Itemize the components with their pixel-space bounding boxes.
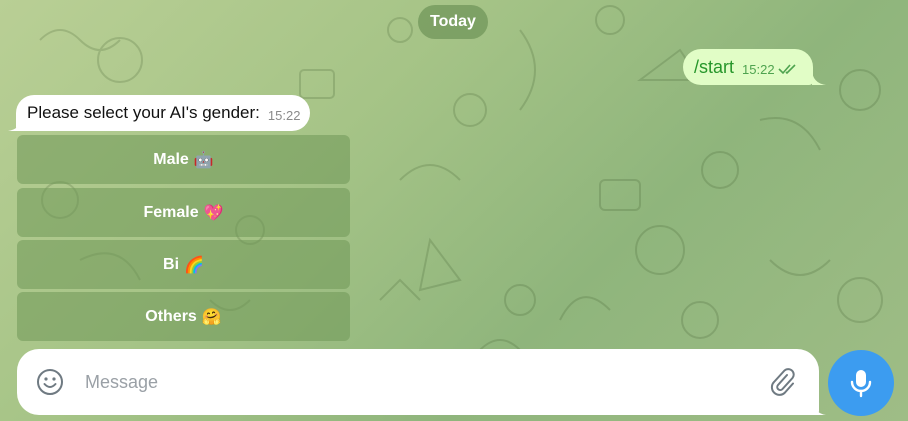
incoming-bubble-tail	[8, 114, 22, 131]
incoming-message-text: Please select your AI's gender:	[27, 103, 260, 122]
hug-emoji-icon: 🤗	[201, 308, 222, 326]
outgoing-message[interactable]: /start 15:22	[683, 49, 813, 85]
message-composer	[17, 349, 819, 415]
double-check-icon	[777, 64, 796, 75]
smile-icon[interactable]	[36, 368, 64, 396]
outgoing-message-time: 15:22	[742, 61, 775, 77]
keyboard-button-label: Bi	[163, 255, 180, 273]
microphone-button[interactable]	[828, 350, 894, 416]
keyboard-button-label: Male	[153, 150, 189, 168]
keyboard-button-bi[interactable]: Bi 🌈	[17, 240, 350, 289]
paperclip-icon[interactable]	[769, 367, 797, 397]
robot-emoji-icon: 🤖	[193, 151, 214, 169]
keyboard-button-female[interactable]: Female 💖	[17, 188, 350, 237]
outgoing-message-meta: 15:22	[742, 62, 798, 77]
keyboard-button-male[interactable]: Male 🤖	[17, 135, 350, 184]
heart-emoji-icon: 💖	[203, 204, 224, 222]
keyboard-button-others[interactable]: Others 🤗	[17, 292, 350, 341]
message-input[interactable]	[85, 369, 725, 395]
keyboard-button-label: Others	[145, 307, 197, 325]
outgoing-message-text[interactable]: /start	[694, 57, 734, 78]
composer-tail	[812, 396, 826, 415]
keyboard-button-label: Female	[143, 203, 199, 221]
date-divider: Today	[418, 5, 488, 39]
incoming-message-time: 15:22	[267, 108, 301, 123]
rainbow-emoji-icon: 🌈	[184, 256, 204, 274]
incoming-message[interactable]: Please select your AI's gender: 15:22	[16, 95, 311, 131]
outgoing-bubble-tail	[812, 69, 826, 85]
microphone-icon	[850, 370, 872, 398]
